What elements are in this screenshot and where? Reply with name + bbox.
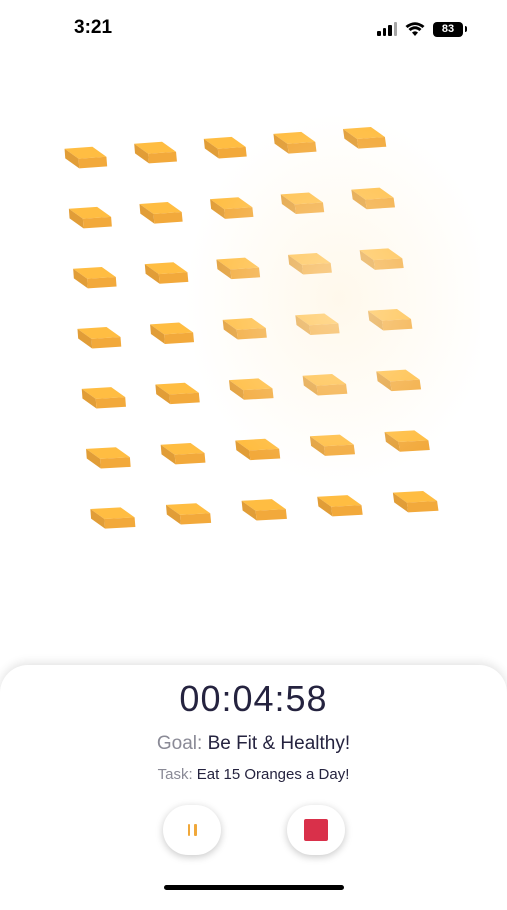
battery-level: 83	[441, 23, 455, 35]
wifi-icon	[405, 21, 425, 36]
home-indicator	[164, 885, 344, 890]
stop-button[interactable]	[287, 805, 345, 855]
task-label: Task:	[157, 766, 193, 783]
task-line: Task: Eat 15 Oranges a Day!	[0, 766, 507, 783]
task-value: Eat 15 Oranges a Day!	[196, 766, 350, 783]
stop-icon	[304, 819, 328, 841]
elapsed-timer: 00:04:58	[179, 678, 328, 719]
pause-icon	[187, 824, 197, 836]
goal-label: Goal:	[156, 733, 203, 754]
goal-line: Goal: Be Fit & Healthy!	[0, 733, 507, 755]
pause-button[interactable]	[163, 805, 221, 855]
status-time: 3:21	[74, 17, 113, 38]
status-icons: 83	[377, 18, 467, 40]
cellular-signal-icon	[377, 22, 397, 36]
cube-visualization	[40, 55, 480, 585]
goal-value: Be Fit & Healthy!	[207, 733, 351, 754]
cube-highlight	[40, 55, 480, 585]
battery-icon: 83	[433, 21, 467, 37]
status-bar: 3:21 83	[0, 0, 507, 58]
